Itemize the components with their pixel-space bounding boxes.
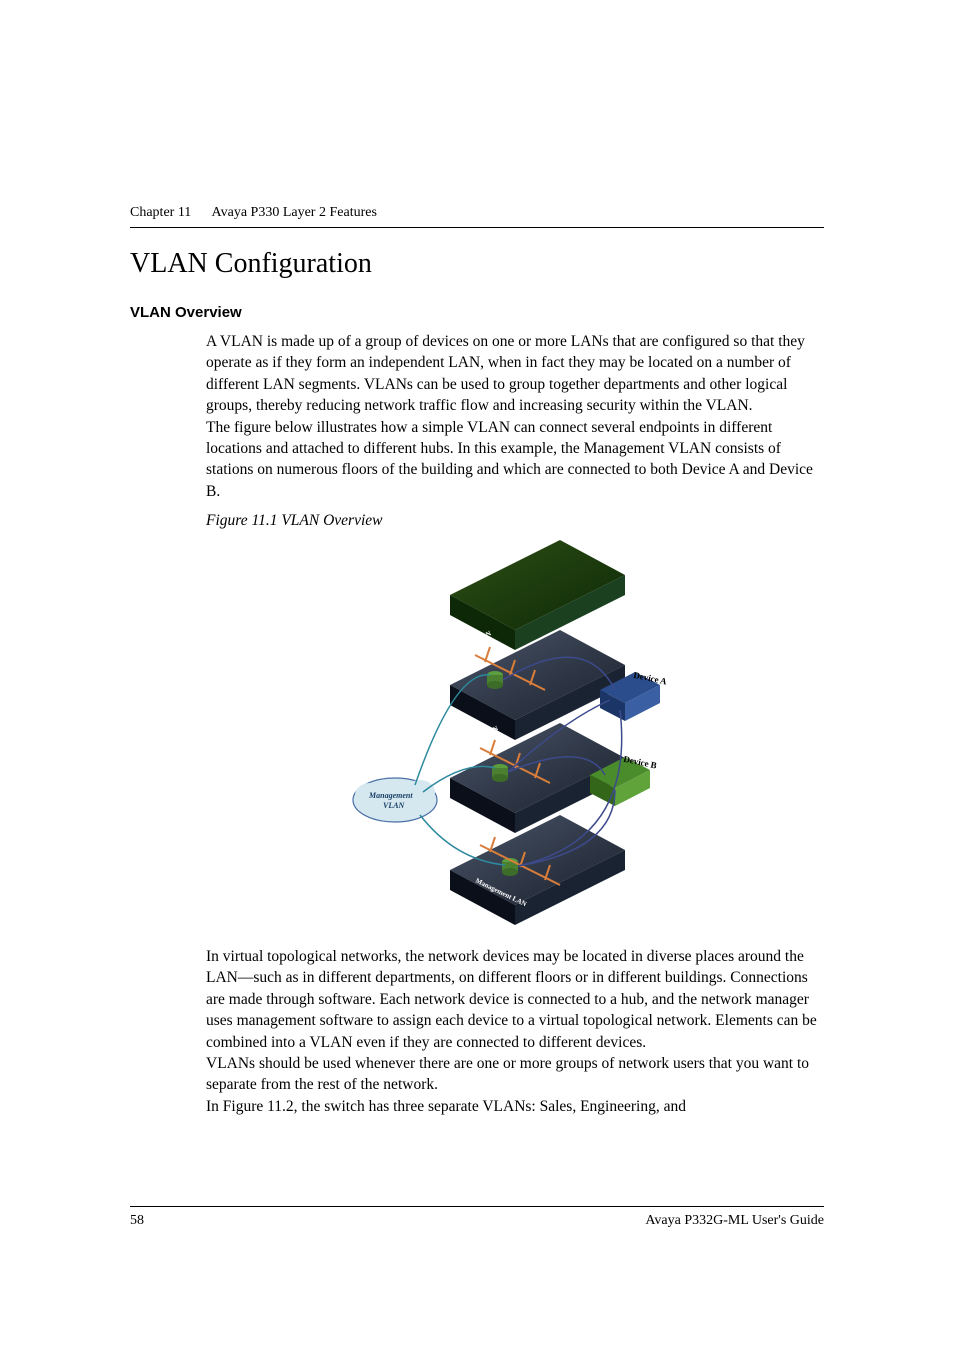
page-footer: 58 Avaya P332G-ML User's Guide bbox=[130, 1206, 824, 1229]
footer-divider bbox=[130, 1206, 824, 1207]
paragraph-1: A VLAN is made up of a group of devices … bbox=[206, 331, 824, 417]
subsection-title: VLAN Overview bbox=[130, 304, 824, 321]
paragraph-3: In virtual topological networks, the net… bbox=[206, 946, 824, 1053]
paragraph-5: In Figure 11.2, the switch has three sep… bbox=[206, 1096, 824, 1117]
rd-lan-top-label: R&D LAN bbox=[460, 629, 492, 651]
paragraph-2: The figure below illustrates how a simpl… bbox=[206, 417, 824, 503]
header-divider bbox=[130, 227, 824, 228]
guide-title: Avaya P332G-ML User's Guide bbox=[645, 1213, 824, 1229]
paragraph-4: VLANs should be used whenever there are … bbox=[206, 1053, 824, 1096]
chapter-label: Chapter 11 bbox=[130, 205, 191, 220]
vlan-diagram: Device A Device B R&D LAN bbox=[335, 540, 695, 930]
management-vlan-label-line2: VLAN bbox=[383, 801, 406, 810]
page-header: Chapter 11 Avaya P330 Layer 2 Features bbox=[130, 205, 824, 221]
figure-caption: Figure 11.1 VLAN Overview bbox=[206, 512, 824, 530]
figure-container: Device A Device B R&D LAN bbox=[206, 540, 824, 930]
management-vlan-cloud: Management VLAN bbox=[353, 778, 437, 822]
page-number: 58 bbox=[130, 1213, 144, 1229]
management-vlan-label-line1: Management bbox=[368, 791, 413, 800]
roof bbox=[450, 540, 625, 650]
page-content: Chapter 11 Avaya P330 Layer 2 Features V… bbox=[0, 0, 954, 1117]
floor-top bbox=[450, 630, 625, 740]
section-title: VLAN Configuration bbox=[130, 248, 824, 280]
chapter-title: Avaya P330 Layer 2 Features bbox=[212, 205, 377, 220]
